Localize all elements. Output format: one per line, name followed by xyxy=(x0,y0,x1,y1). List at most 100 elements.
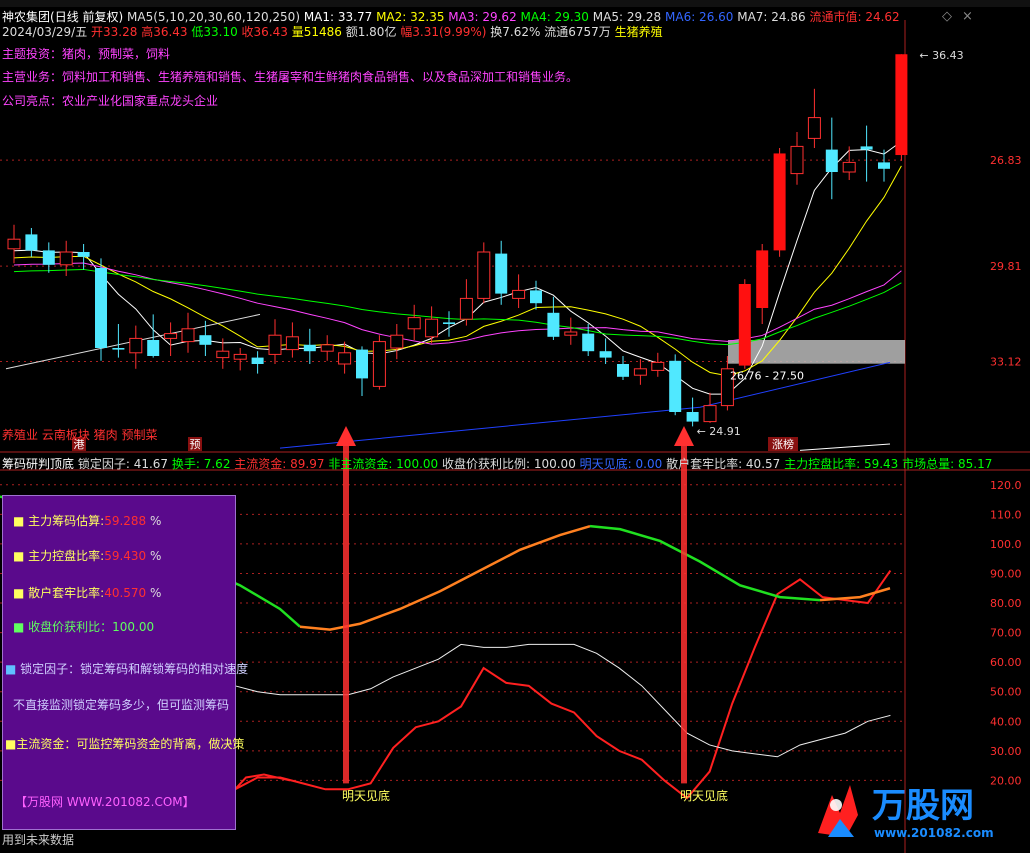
quote-item-4: 收36.43 xyxy=(241,25,292,39)
candle-37 xyxy=(651,352,665,377)
low-price-label: ← 24.91 xyxy=(697,425,741,438)
candle-49 xyxy=(860,125,873,182)
info-row-control-ratio: ■ 主力控盘比率:59.430 % xyxy=(13,549,162,563)
candle-39 xyxy=(686,397,699,427)
ind-axis-label-0: 120.0 xyxy=(990,479,1022,492)
ind-axis-label-9: 30.00 xyxy=(990,745,1022,758)
ind-series-0 xyxy=(234,569,892,800)
ma-legend-item-3: MA3: 29.62 xyxy=(448,10,521,24)
theme-line: 主题投资：猪肉，预制菜，饲料 xyxy=(2,47,171,61)
candle-1 xyxy=(25,228,38,257)
signal-arrow-head-0 xyxy=(336,426,356,446)
indicator-legend: 筹码研判顶底 锁定因子: 41.67 换手: 7.62 主流资金: 89.97 … xyxy=(2,457,992,471)
quote-item-5: 量51486 xyxy=(291,25,346,39)
candle-35 xyxy=(617,356,629,380)
marker-yu: 预 xyxy=(190,438,201,451)
candle-10 xyxy=(181,312,195,353)
close-icon[interactable]: × xyxy=(962,9,973,24)
candle-18 xyxy=(320,335,334,361)
candle-24 xyxy=(425,306,439,344)
ind-axis-label-8: 40.00 xyxy=(990,715,1022,728)
brand-watermark: 万股网 www.201082.com xyxy=(818,785,994,840)
signal-label-0: 明天见底 xyxy=(342,788,390,803)
support-zone-label: 26.76 - 27.50 xyxy=(730,370,804,383)
indicator-legend-item-1: 换手: 7.62 xyxy=(171,457,235,471)
ma20-line xyxy=(13,262,902,345)
ind-axis-label-4: 80.00 xyxy=(990,597,1022,610)
price-axis-label-2: 26.83 xyxy=(990,154,1022,167)
chip-curve-orange-b xyxy=(819,587,891,602)
candle-26 xyxy=(459,279,473,326)
highlight-line: 公司亮点：农业产业化国家重点龙头企业 xyxy=(2,94,219,108)
quote-item-6: 额1.80亿 xyxy=(345,25,401,39)
signal-arrow-shaft-0 xyxy=(343,440,349,784)
signal-label-1: 明天见底 xyxy=(680,788,728,803)
info-row-main-chips: ■ 主力筹码估算:59.288 % xyxy=(13,514,162,528)
candle-32 xyxy=(564,317,578,345)
candle-21 xyxy=(372,335,386,390)
candle-7 xyxy=(129,325,143,369)
indicator-title[interactable]: 筹码研判顶底 xyxy=(2,457,74,471)
candle-9 xyxy=(164,322,178,356)
quote-item-3: 低33.10 xyxy=(191,25,242,39)
quote-row: 2024/03/29/五 开33.28 高36.43 低33.10 收36.43… xyxy=(2,25,663,39)
ma-legend-item-8: 流通市值: 24.62 xyxy=(809,10,900,24)
period-label: (日线 前复权) xyxy=(50,10,124,24)
candle-51 xyxy=(895,54,908,161)
candle-34 xyxy=(599,338,612,364)
sector-tags: 养殖业 云南板块 猪肉 预制菜 xyxy=(2,428,158,442)
quote-item-1: 开33.28 xyxy=(91,25,142,39)
candle-17 xyxy=(303,328,316,364)
price-axis-label-0: 33.12 xyxy=(990,355,1022,368)
high-price-label: ← 36.43 xyxy=(919,49,963,62)
ma-legend-item-4: MA4: 29.30 xyxy=(520,10,593,24)
candle-44 xyxy=(773,148,786,257)
candle-41 xyxy=(720,356,734,411)
candle-40 xyxy=(703,392,717,423)
ind-axis-label-5: 70.00 xyxy=(990,627,1022,640)
price-axis-label-1: 29.81 xyxy=(990,260,1022,273)
signal-arrow-shaft-1 xyxy=(681,440,687,784)
stock-name[interactable]: 神农集团 xyxy=(2,10,50,24)
quote-item-9: 流通6757万 xyxy=(544,25,615,39)
ma-legend-item-7: MA7: 24.86 xyxy=(737,10,810,24)
marker-zhangbang: 涨榜 xyxy=(772,437,794,451)
indicator-legend-item-2: 主流资金: 89.97 xyxy=(234,457,329,471)
ind-axis-label-6: 60.00 xyxy=(990,656,1022,669)
ma-legend-item-2: MA2: 32.35 xyxy=(376,10,449,24)
candle-28 xyxy=(495,240,508,305)
candle-16 xyxy=(285,322,299,358)
candle-22 xyxy=(390,324,404,360)
candle-20 xyxy=(356,346,368,396)
ind-axis-label-2: 100.0 xyxy=(990,538,1022,551)
info-footer[interactable]: 【万股网 WWW.201082.COM】 xyxy=(15,795,195,809)
candle-48 xyxy=(842,146,856,180)
future-data-note: 用到未来数据 xyxy=(2,833,75,847)
indicator-legend-item-3: 非主流资金: 100.00 xyxy=(328,457,442,471)
menu-strip xyxy=(0,0,1030,7)
candle-14 xyxy=(251,351,264,374)
ma-legend-item-0: MA5(5,10,20,30,60,120,250) xyxy=(127,10,304,24)
candle-25 xyxy=(443,311,455,337)
candle-31 xyxy=(547,296,560,340)
ma30-line xyxy=(13,268,902,346)
header-title-row: 神农集团(日线 前复权) MA5(5,10,20,30,60,120,250) … xyxy=(2,10,900,24)
quote-item-0: 2024/03/29/五 xyxy=(2,25,92,39)
brand-name: 万股网 xyxy=(872,786,974,826)
indicator-legend-item-4: 收盘价获利比例: 100.00 xyxy=(441,457,580,471)
business-line: 主营业务：饲料加工和销售、生猪养殖和销售、生猪屠宰和生鲜猪肉食品销售、以及食品深… xyxy=(2,70,579,84)
candle-2 xyxy=(42,242,55,273)
candle-43 xyxy=(756,244,769,324)
ma-legend: MA5(5,10,20,30,60,120,250) MA1: 33.77 MA… xyxy=(127,10,900,24)
candle-50 xyxy=(878,149,890,182)
ma-legend-item-5: MA5: 29.28 xyxy=(592,10,665,24)
float-window-icon[interactable]: ◇ xyxy=(942,9,952,24)
candle-45 xyxy=(790,132,804,185)
candle-46 xyxy=(807,88,821,148)
candle-6 xyxy=(112,324,125,358)
candle-23 xyxy=(407,304,421,340)
signal-arrow-head-1 xyxy=(674,426,694,446)
quote-item-10: 生猪养殖 xyxy=(614,25,663,39)
candle-11 xyxy=(199,320,212,356)
quote-item-7: 幅3.31(9.99%) xyxy=(400,25,491,39)
